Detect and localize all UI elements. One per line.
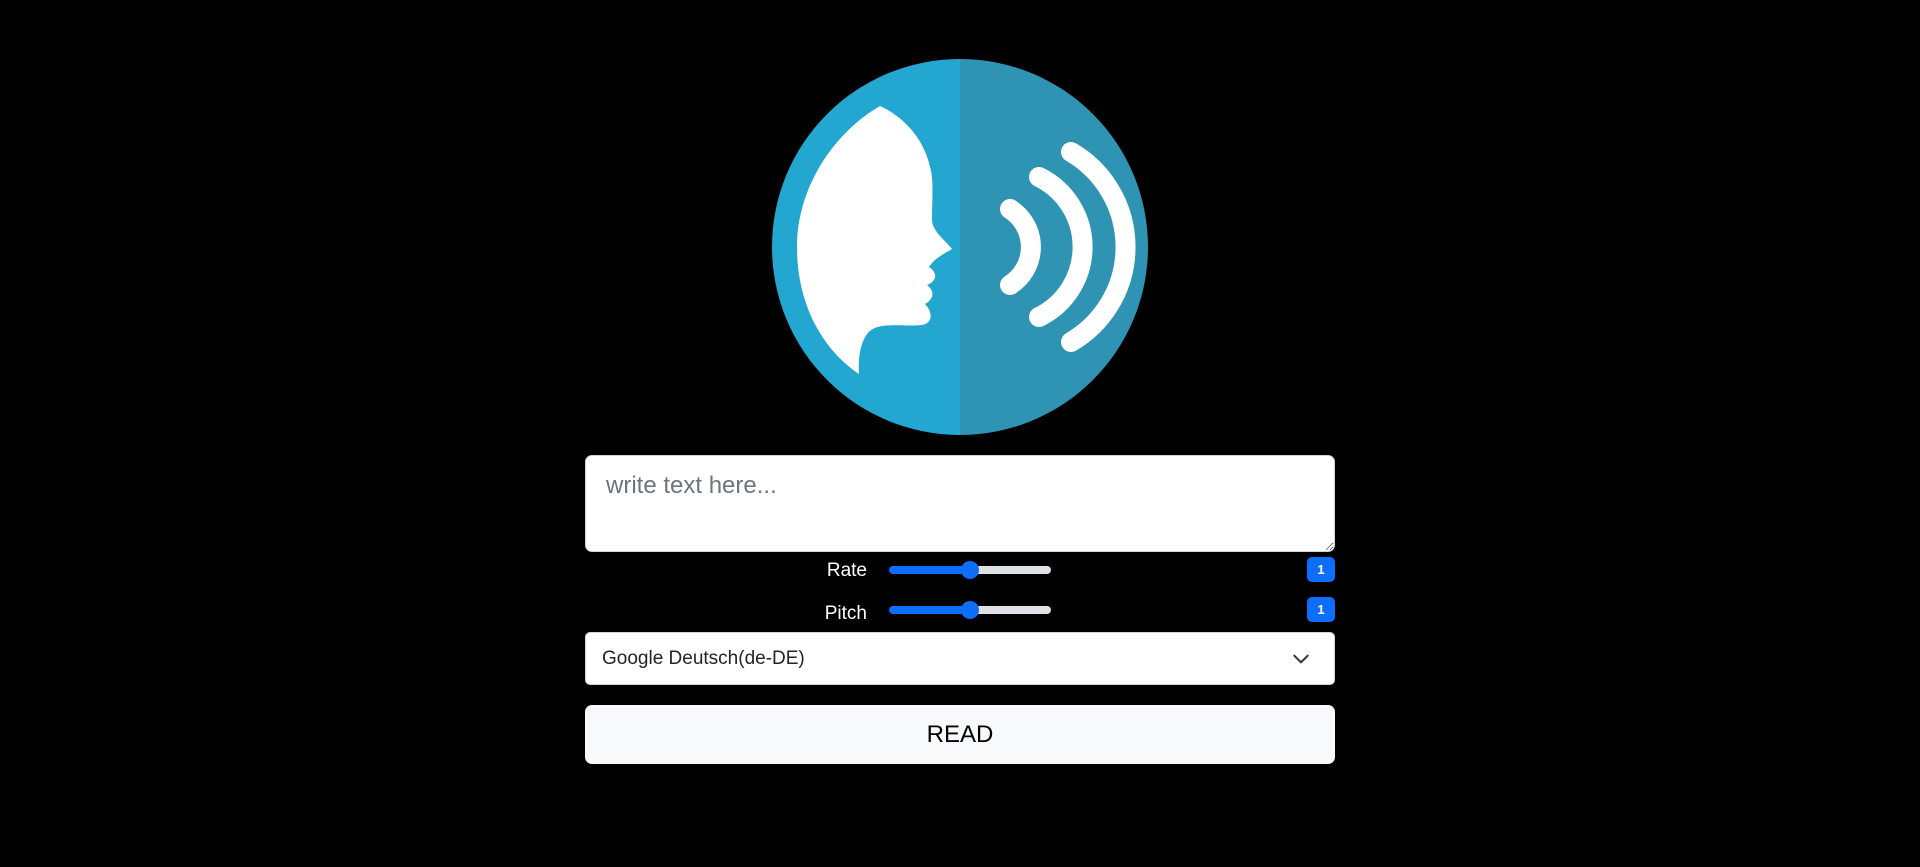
chevron-down-icon bbox=[1293, 654, 1309, 663]
pitch-slider[interactable] bbox=[889, 600, 1051, 620]
voice-select-value: Google Deutsch(de-DE) bbox=[602, 647, 805, 669]
voice-select[interactable]: Google Deutsch(de-DE) bbox=[585, 632, 1335, 685]
pitch-label: Pitch bbox=[824, 603, 867, 624]
rate-label: Rate bbox=[826, 560, 867, 581]
text-input-container bbox=[585, 455, 1335, 552]
speaking-head-icon bbox=[772, 59, 1148, 435]
app-container: Rate 1 Pitch 1 Google Deutsch(de-DE) REA… bbox=[0, 0, 1920, 867]
voice-select-container: Google Deutsch(de-DE) bbox=[585, 632, 1335, 685]
rate-row: Rate 1 bbox=[585, 555, 1335, 585]
rate-slider[interactable] bbox=[889, 560, 1051, 580]
pitch-value-badge: 1 bbox=[1307, 597, 1335, 622]
text-input[interactable] bbox=[585, 455, 1335, 552]
rate-value-badge: 1 bbox=[1307, 557, 1335, 582]
pitch-row: Pitch 1 bbox=[585, 595, 1335, 625]
read-button[interactable]: READ bbox=[585, 705, 1335, 764]
